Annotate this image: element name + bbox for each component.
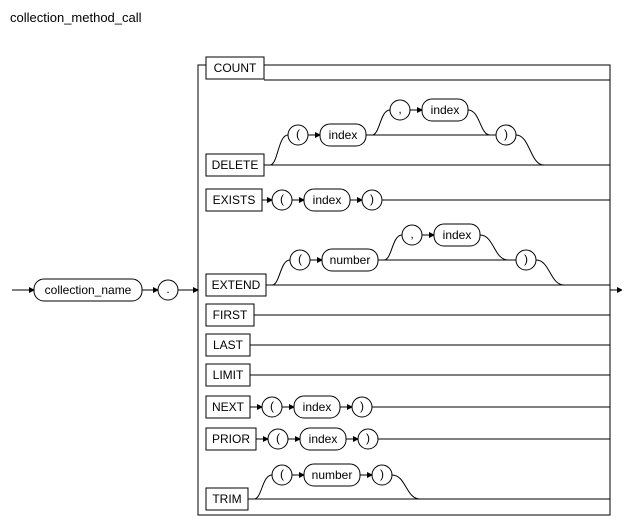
svg-text:(: (: [270, 399, 274, 413]
dot-label: .: [166, 282, 169, 296]
exists-label: EXISTS: [213, 193, 256, 207]
svg-text:(: (: [280, 192, 284, 206]
prior-label: PRIOR: [212, 432, 250, 446]
limit-label: LIMIT: [213, 368, 244, 382]
svg-text:number: number: [330, 253, 371, 267]
svg-text:(: (: [296, 127, 300, 141]
diagram-title: collection_method_call: [10, 10, 622, 25]
svg-text:index: index: [431, 103, 460, 117]
svg-text:): ): [370, 192, 374, 206]
svg-text:(: (: [298, 252, 302, 266]
svg-text:,: ,: [410, 227, 413, 241]
trim-label: TRIM: [212, 492, 241, 506]
last-label: LAST: [213, 338, 244, 352]
svg-text:(: (: [276, 431, 280, 445]
svg-text:): ): [380, 467, 384, 481]
svg-text:): ): [360, 399, 364, 413]
svg-text:,: ,: [398, 102, 401, 116]
svg-text:index: index: [303, 400, 332, 414]
svg-text:): ): [366, 431, 370, 445]
count-label: COUNT: [214, 61, 257, 75]
collection-name-label: collection_name: [45, 283, 132, 297]
svg-text:): ): [524, 252, 528, 266]
next-label: NEXT: [212, 400, 245, 414]
svg-text:index: index: [443, 228, 472, 242]
delete-label: DELETE: [212, 158, 259, 172]
first-label: FIRST: [213, 308, 248, 322]
extend-label: EXTEND: [212, 278, 261, 292]
syntax-diagram: collection_name . COUNT DELETE ( index ,: [10, 25, 622, 521]
svg-text:number: number: [312, 468, 353, 482]
svg-text:index: index: [309, 432, 338, 446]
svg-text:(: (: [280, 467, 284, 481]
svg-text:): ): [504, 127, 508, 141]
svg-text:index: index: [329, 128, 358, 142]
svg-text:index: index: [313, 193, 342, 207]
